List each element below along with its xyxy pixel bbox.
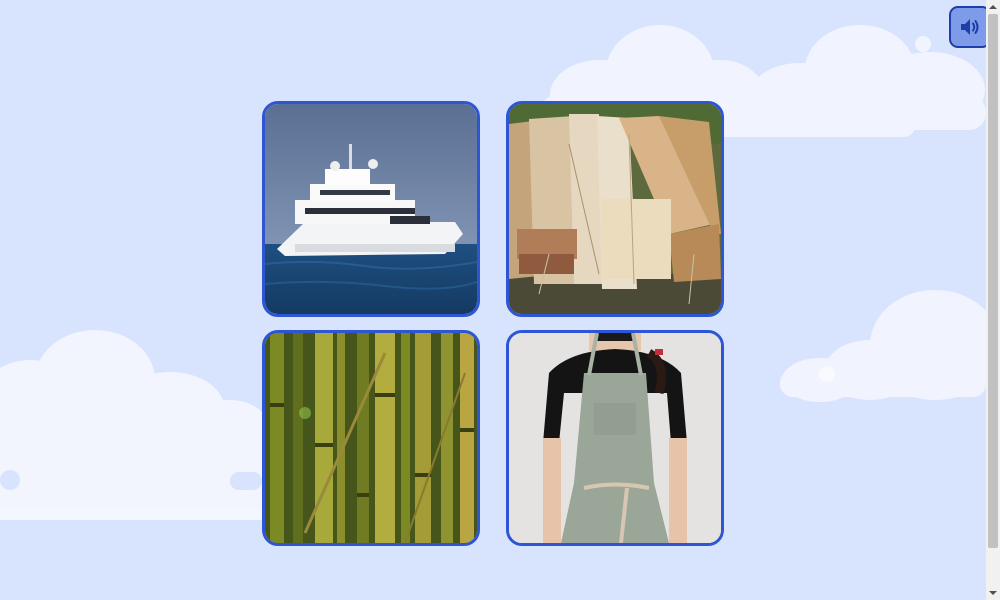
triangle-up-icon — [989, 5, 997, 9]
speaker-volume-icon — [961, 19, 979, 35]
image-tile-bamboo[interactable] — [262, 330, 480, 546]
scrollbar[interactable] — [986, 0, 1000, 600]
bamboo-image — [265, 333, 477, 543]
scroll-up-button[interactable] — [986, 0, 1000, 14]
yacht-image — [265, 104, 477, 314]
wooden-planks-image — [509, 104, 721, 314]
sound-button[interactable] — [949, 6, 991, 48]
image-tile-apron[interactable] — [506, 330, 724, 546]
scrollbar-thumb[interactable] — [988, 14, 998, 548]
image-tile-yacht[interactable] — [262, 101, 480, 317]
apron-image — [509, 333, 721, 543]
scroll-down-button[interactable] — [986, 586, 1000, 600]
background-clouds — [0, 25, 986, 520]
background-scene — [0, 0, 986, 600]
triangle-down-icon — [989, 591, 997, 595]
image-tile-wooden-planks[interactable] — [506, 101, 724, 317]
